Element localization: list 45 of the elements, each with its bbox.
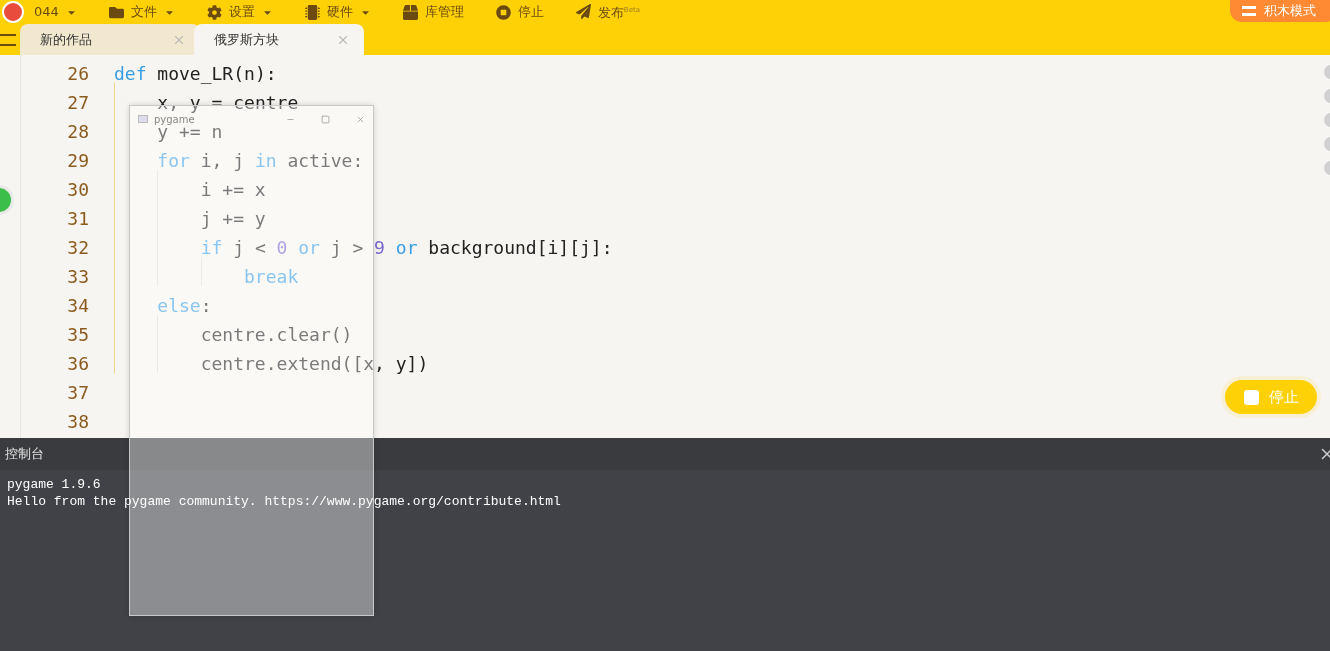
line-number: 37 xyxy=(66,384,89,402)
code-line: def move_LR(n): xyxy=(114,65,277,83)
maximize-icon[interactable] xyxy=(321,114,330,124)
code-line: centre.clear() xyxy=(200,326,353,344)
code-line: centre.extend([x, y]) xyxy=(200,355,429,373)
line-number: 35 xyxy=(66,326,89,344)
line-number: 38 xyxy=(66,413,89,431)
box-icon xyxy=(402,4,418,20)
project-menu[interactable]: 044 xyxy=(34,4,77,20)
line-number: 28 xyxy=(66,123,89,141)
code-line: for i, j in active: xyxy=(157,152,364,170)
window-icon xyxy=(138,115,148,123)
line-number: 29 xyxy=(66,152,89,170)
settings-icon xyxy=(206,4,222,20)
menu-item[interactable]: 硬件 xyxy=(304,4,371,20)
window-title: pygame xyxy=(154,114,196,124)
menu-item[interactable]: 设置 xyxy=(206,4,273,20)
console-title: 控制台 xyxy=(5,445,44,463)
chip-icon xyxy=(304,4,320,20)
code-line: i += x xyxy=(200,181,266,199)
line-number: 33 xyxy=(66,268,89,286)
code-line: if j < 0 or j > 9 or background[i][j]: xyxy=(200,239,613,257)
menu-icon[interactable] xyxy=(0,34,16,46)
line-number: 26 xyxy=(66,65,89,83)
line-number: 32 xyxy=(66,239,89,257)
line-number: 36 xyxy=(66,355,89,373)
menu-item[interactable]: 停止 xyxy=(495,4,544,20)
line-number: 30 xyxy=(66,181,89,199)
stop-icon xyxy=(1243,389,1259,405)
code-line: else: xyxy=(157,297,212,315)
stop-icon xyxy=(495,4,511,20)
menu-item[interactable]: 库管理 xyxy=(402,4,464,20)
menu-item[interactable]: 发布$^{Beta}$ xyxy=(575,2,640,22)
console-line: pygame 1.9.6 xyxy=(7,476,101,493)
line-number: 31 xyxy=(66,210,89,228)
avatar-icon[interactable] xyxy=(2,1,24,23)
code-line: break xyxy=(244,268,299,286)
folder-icon xyxy=(108,4,124,20)
blocks-icon xyxy=(1242,6,1256,16)
code-line: j += y xyxy=(200,210,266,228)
line-number: 34 xyxy=(66,297,89,315)
line-number: 27 xyxy=(66,94,89,112)
file-tab[interactable]: 俄罗斯方块 xyxy=(194,24,364,55)
send-icon xyxy=(575,4,591,20)
menu-item[interactable]: 文件 xyxy=(108,4,175,20)
